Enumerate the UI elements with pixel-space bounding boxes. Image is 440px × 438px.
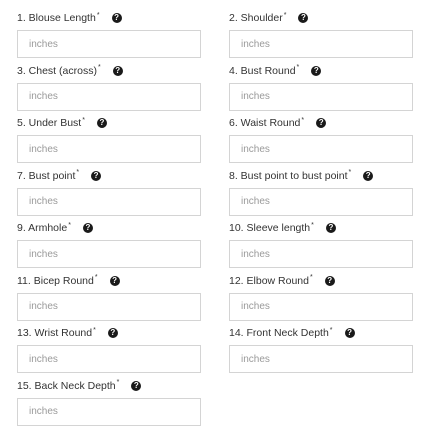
measurement-input[interactable] <box>229 240 413 268</box>
field-label-row: 5. Under Bust * ? <box>17 114 201 132</box>
field-label-row: 7. Bust point * ? <box>17 167 201 185</box>
help-icon[interactable]: ? <box>363 170 374 181</box>
measurement-input[interactable] <box>17 187 201 216</box>
field-label-row: 10. Sleeve length * ? <box>229 219 413 237</box>
help-icon[interactable]: ? <box>316 118 327 128</box>
help-icon[interactable]: ? <box>96 118 107 128</box>
required-asterisk: * <box>94 274 98 281</box>
help-icon[interactable]: ? <box>131 380 142 391</box>
field-label: 9. Armhole <box>17 222 68 234</box>
measurement-input[interactable] <box>229 292 413 321</box>
help-icon[interactable]: ? <box>325 223 336 233</box>
measurement-input[interactable] <box>17 135 201 163</box>
field-label: 11. Bicep Round <box>17 274 94 287</box>
required-asterisk: * <box>296 64 300 71</box>
help-icon[interactable]: ? <box>112 65 123 76</box>
help-icon[interactable]: ? <box>109 275 120 286</box>
required-asterisk: * <box>76 169 80 176</box>
field-label: 5. Under Bust <box>17 117 82 129</box>
measurement-field-1: 1. Blouse Length * ? <box>17 9 201 62</box>
field-label: 12. Elbow Round <box>229 274 309 287</box>
help-icon[interactable]: ? <box>344 328 355 338</box>
field-label: 7. Bust point <box>17 169 76 182</box>
measurement-input[interactable] <box>229 135 413 163</box>
field-label: 1. Blouse Length <box>17 12 96 24</box>
help-icon[interactable]: ? <box>111 13 122 23</box>
measurement-field-2: 2. Shoulder * ? <box>229 9 413 62</box>
field-label-row: 6. Waist Round * ? <box>229 114 413 132</box>
measurements-form: 1. Blouse Length * ? 2. Shoulder * ? 3. … <box>17 9 413 429</box>
measurement-input[interactable] <box>229 345 413 373</box>
measurement-field-4: 4. Bust Round * ? <box>229 62 413 115</box>
measurement-field-6: 6. Waist Round * ? <box>229 114 413 167</box>
required-asterisk: * <box>82 116 85 124</box>
help-icon[interactable]: ? <box>107 328 118 338</box>
field-label: 3. Chest (across) <box>17 64 97 77</box>
field-label-row: 2. Shoulder * ? <box>229 9 413 27</box>
measurement-field-5: 5. Under Bust * ? <box>17 114 201 167</box>
help-icon[interactable]: ? <box>311 65 322 76</box>
help-icon[interactable]: ? <box>298 13 309 23</box>
field-label-row: 15. Back Neck Depth * ? <box>17 377 201 395</box>
measurement-field-10: 10. Sleeve length * ? <box>229 219 413 272</box>
field-label: 10. Sleeve length <box>229 222 311 234</box>
field-label: 15. Back Neck Depth <box>17 379 116 392</box>
required-asterisk: * <box>283 11 287 19</box>
measurement-field-11: 11. Bicep Round * ? <box>17 272 201 325</box>
field-label: 6. Waist Round <box>229 117 301 129</box>
measurement-field-3: 3. Chest (across) * ? <box>17 62 201 115</box>
required-asterisk: * <box>97 64 101 71</box>
required-asterisk: * <box>348 169 352 176</box>
help-icon[interactable]: ? <box>82 223 93 233</box>
measurement-input[interactable] <box>17 82 201 111</box>
measurement-input[interactable] <box>17 345 201 373</box>
field-label-row: 14. Front Neck Depth * ? <box>229 324 413 342</box>
measurement-input[interactable] <box>17 292 201 321</box>
measurement-field-15: 15. Back Neck Depth * ? <box>17 377 201 430</box>
measurement-field-8: 8. Bust point to bust point * ? <box>229 167 413 220</box>
required-asterisk: * <box>96 11 100 19</box>
measurement-field-13: 13. Wrist Round * ? <box>17 324 201 377</box>
required-asterisk: * <box>116 379 120 386</box>
required-asterisk: * <box>311 221 314 229</box>
field-label: 2. Shoulder <box>229 12 283 24</box>
field-label-row: 8. Bust point to bust point * ? <box>229 167 413 185</box>
measurement-input[interactable] <box>229 187 413 216</box>
field-label-row: 12. Elbow Round * ? <box>229 272 413 290</box>
required-asterisk: * <box>68 221 71 229</box>
measurement-field-9: 9. Armhole * ? <box>17 219 201 272</box>
field-label: 13. Wrist Round <box>17 327 93 339</box>
field-label: 14. Front Neck Depth <box>229 327 329 339</box>
measurement-field-7: 7. Bust point * ? <box>17 167 201 220</box>
measurement-field-12: 12. Elbow Round * ? <box>229 272 413 325</box>
field-label-row: 1. Blouse Length * ? <box>17 9 201 27</box>
field-label-row: 4. Bust Round * ? <box>229 62 413 80</box>
help-icon[interactable]: ? <box>91 170 102 181</box>
help-icon[interactable]: ? <box>324 275 335 286</box>
field-label-row: 11. Bicep Round * ? <box>17 272 201 290</box>
field-label: 4. Bust Round <box>229 64 296 77</box>
measurement-input[interactable] <box>229 82 413 111</box>
required-asterisk: * <box>301 116 305 124</box>
field-label-row: 13. Wrist Round * ? <box>17 324 201 342</box>
measurement-input[interactable] <box>17 240 201 268</box>
measurement-field-14: 14. Front Neck Depth * ? <box>229 324 413 377</box>
field-label-row: 9. Armhole * ? <box>17 219 201 237</box>
field-label: 8. Bust point to bust point <box>229 169 348 182</box>
required-asterisk: * <box>309 274 313 281</box>
measurement-input[interactable] <box>17 30 201 58</box>
measurement-input[interactable] <box>229 30 413 58</box>
measurement-input[interactable] <box>17 397 201 426</box>
required-asterisk: * <box>329 326 333 334</box>
required-asterisk: * <box>93 326 96 334</box>
field-label-row: 3. Chest (across) * ? <box>17 62 201 80</box>
